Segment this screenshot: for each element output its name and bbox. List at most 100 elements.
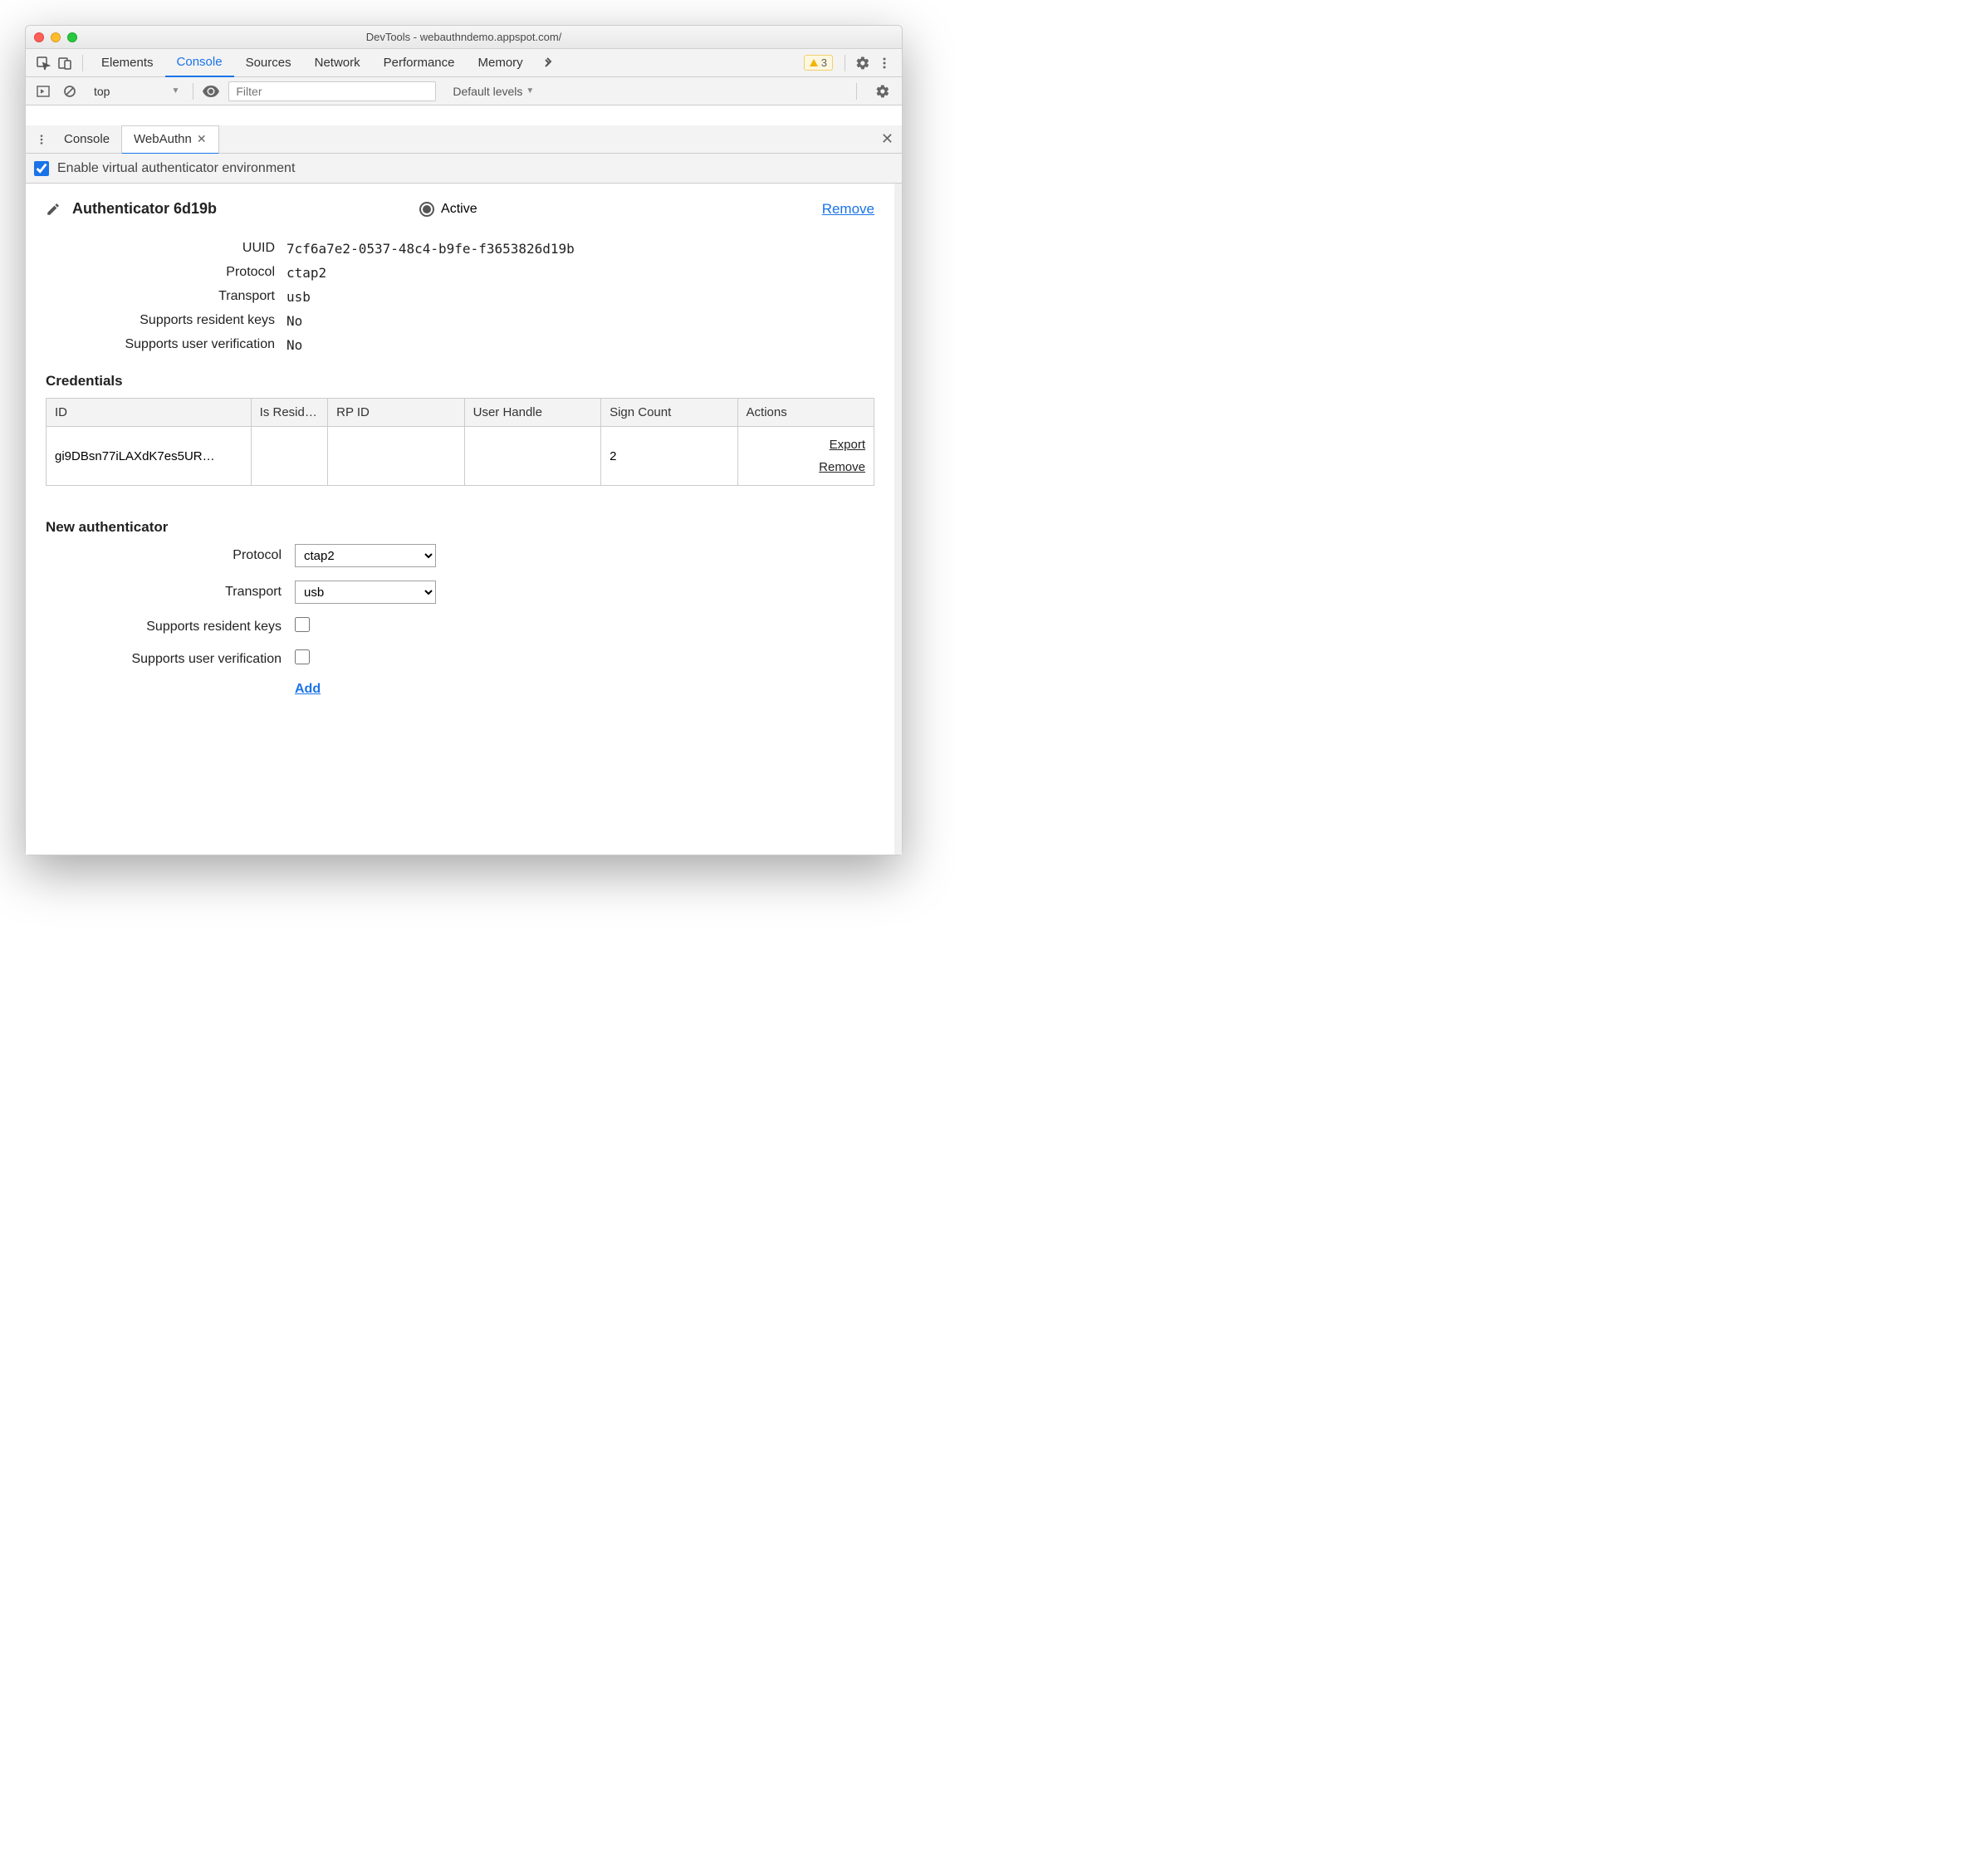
user-verification-checkbox[interactable] (295, 649, 310, 664)
field-label: UUID (46, 241, 286, 257)
warnings-badge[interactable]: 3 (804, 55, 833, 71)
field-label: Supports resident keys (46, 620, 295, 635)
field-user-verification: Supports user verification No (46, 337, 874, 353)
col-rpid: RP ID (328, 399, 464, 427)
traffic-lights (34, 32, 77, 42)
radio-icon (419, 202, 434, 217)
tab-network[interactable]: Network (303, 49, 372, 77)
drawer-tab-console[interactable]: Console (52, 125, 121, 154)
context-selector[interactable]: top ▼ (87, 83, 193, 100)
enable-virtual-auth-checkbox[interactable] (34, 161, 49, 176)
tab-performance[interactable]: Performance (372, 49, 467, 77)
field-label: Protocol (46, 265, 286, 281)
new-auth-resident-row: Supports resident keys (46, 617, 874, 636)
inspect-element-icon[interactable] (32, 52, 54, 74)
close-window-icon[interactable] (34, 32, 44, 42)
main-tabbar: Elements Console Sources Network Perform… (26, 49, 902, 77)
cell-actions: Export Remove (737, 427, 874, 486)
col-userhandle: User Handle (464, 399, 600, 427)
add-authenticator-link[interactable]: Add (295, 682, 321, 696)
separator (82, 55, 83, 71)
transport-select[interactable]: usb (295, 581, 436, 604)
field-value: No (286, 313, 302, 329)
new-auth-userverif-row: Supports user verification (46, 649, 874, 669)
table-row: gi9DBsn77iLAXdK7es5UR… 2 Export Remove (47, 427, 874, 486)
col-resident: Is Resid… (251, 399, 327, 427)
tab-sources[interactable]: Sources (234, 49, 303, 77)
tab-elements[interactable]: Elements (90, 49, 165, 77)
field-label: Supports resident keys (46, 313, 286, 329)
minimize-window-icon[interactable] (51, 32, 61, 42)
settings-icon[interactable] (852, 52, 874, 74)
field-resident-keys: Supports resident keys No (46, 313, 874, 329)
console-settings-icon[interactable] (872, 81, 894, 102)
kebab-menu-icon[interactable] (874, 52, 895, 74)
more-tabs-icon[interactable] (535, 56, 560, 70)
chevron-down-icon: ▼ (526, 86, 534, 96)
field-label: Transport (46, 289, 286, 305)
cell-id: gi9DBsn77iLAXdK7es5UR… (47, 427, 252, 486)
device-toolbar-icon[interactable] (54, 52, 76, 74)
new-auth-title: New authenticator (46, 519, 874, 536)
field-value: ctap2 (286, 265, 326, 281)
enable-virtual-auth-row: Enable virtual authenticator environment (26, 154, 902, 184)
chevron-down-icon: ▼ (171, 86, 179, 96)
field-value: usb (286, 289, 311, 305)
live-expression-icon[interactable] (202, 82, 220, 100)
protocol-select[interactable]: ctap2 (295, 544, 436, 567)
warning-icon (810, 59, 818, 66)
edit-icon[interactable] (46, 202, 61, 217)
webauthn-panel: Authenticator 6d19b Active Remove UUID 7… (26, 184, 902, 855)
drawer-kebab-icon[interactable] (31, 134, 52, 145)
drawer-tabbar: Console WebAuthn ✕ ✕ (26, 125, 902, 154)
authenticator-title: Authenticator 6d19b (72, 200, 217, 218)
separator (856, 83, 857, 100)
field-value: 7cf6a7e2-0537-48c4-b9fe-f3653826d19b (286, 241, 575, 257)
filter-input[interactable] (228, 81, 436, 101)
remove-authenticator-link[interactable]: Remove (822, 201, 874, 218)
console-sidebar-toggle-icon[interactable] (34, 82, 52, 100)
new-auth-transport-row: Transport usb (46, 581, 874, 604)
devtools-window: DevTools - webauthndemo.appspot.com/ Ele… (25, 25, 903, 855)
drawer-close-icon[interactable]: ✕ (881, 130, 894, 148)
zoom-window-icon[interactable] (67, 32, 77, 42)
cell-resident (251, 427, 327, 486)
cell-userhandle (464, 427, 600, 486)
credentials-table: ID Is Resid… RP ID User Handle Sign Coun… (46, 398, 874, 486)
drawer-tab-label: WebAuthn (134, 132, 192, 146)
cell-signcount: 2 (601, 427, 737, 486)
active-label: Active (441, 202, 477, 217)
drawer-tab-webauthn[interactable]: WebAuthn ✕ (121, 125, 219, 154)
field-label: Protocol (46, 548, 295, 563)
new-auth-add-row: Add (46, 682, 874, 697)
active-radio[interactable]: Active (419, 202, 477, 217)
col-signcount: Sign Count (601, 399, 737, 427)
close-tab-icon[interactable]: ✕ (197, 132, 207, 146)
clear-console-icon[interactable] (61, 82, 79, 100)
field-label: Transport (46, 585, 295, 600)
field-label: Supports user verification (46, 337, 286, 353)
tab-memory[interactable]: Memory (467, 49, 535, 77)
remove-credential-link[interactable]: Remove (747, 456, 865, 478)
window-title: DevTools - webauthndemo.appspot.com/ (26, 31, 902, 43)
enable-virtual-auth-label: Enable virtual authenticator environment (57, 161, 295, 176)
resident-keys-checkbox[interactable] (295, 617, 310, 632)
log-levels-selector[interactable]: Default levels ▼ (453, 85, 534, 98)
console-toolbar: top ▼ Default levels ▼ (26, 77, 902, 105)
field-value: No (286, 337, 302, 353)
context-value: top (94, 85, 110, 98)
table-header-row: ID Is Resid… RP ID User Handle Sign Coun… (47, 399, 874, 427)
col-actions: Actions (737, 399, 874, 427)
credentials-title: Credentials (46, 373, 874, 390)
field-protocol: Protocol ctap2 (46, 265, 874, 281)
export-credential-link[interactable]: Export (747, 434, 865, 456)
levels-label: Default levels (453, 85, 522, 98)
field-transport: Transport usb (46, 289, 874, 305)
col-id: ID (47, 399, 252, 427)
cell-rpid (328, 427, 464, 486)
tab-console[interactable]: Console (165, 49, 234, 77)
new-auth-protocol-row: Protocol ctap2 (46, 544, 874, 567)
field-label: Supports user verification (46, 652, 295, 667)
new-authenticator-section: New authenticator Protocol ctap2 Transpo… (46, 519, 874, 697)
warnings-count: 3 (821, 56, 827, 69)
